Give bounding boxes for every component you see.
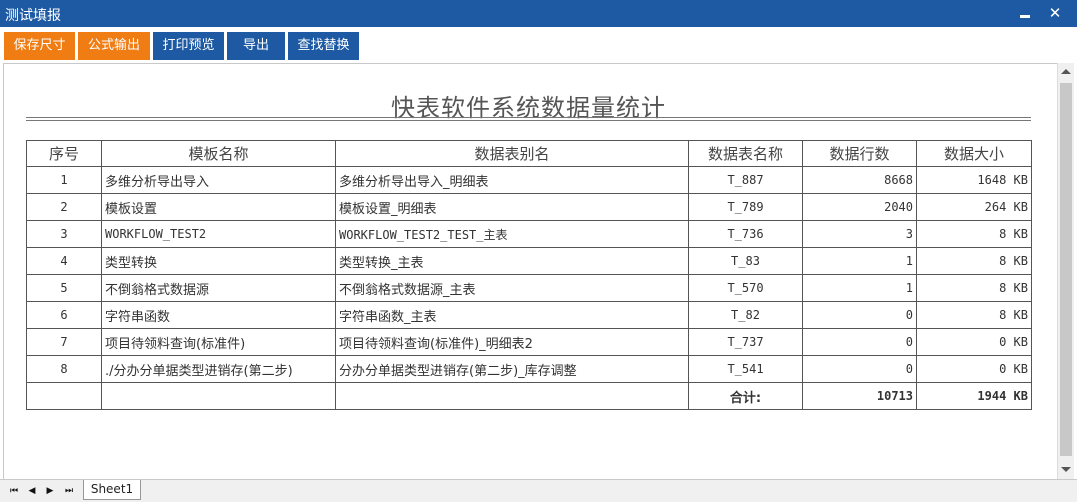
- formula-output-button[interactable]: 公式输出: [78, 32, 150, 60]
- table-row: 6 字符串函数 字符串函数_主表 T_82 0 8 KB: [26, 301, 1032, 329]
- title-bar: 测试填报 ✕: [0, 0, 1077, 27]
- table-row: 5 不倒翁格式数据源 不倒翁格式数据源_主表 T_570 1 8 KB: [26, 274, 1032, 302]
- total-row: 合计: 10713 1944 KB: [26, 382, 1032, 410]
- cell-table-name[interactable]: T_83: [688, 247, 803, 275]
- cell-alias[interactable]: 多维分析导出导入_明细表: [335, 166, 689, 194]
- title-underline: [26, 120, 1031, 121]
- cell-alias[interactable]: 项目待领料查询(标准件)_明细表2: [335, 328, 689, 356]
- scroll-up-icon[interactable]: [1061, 69, 1071, 74]
- column-header-no[interactable]: 序号: [26, 140, 102, 167]
- close-icon: ✕: [1048, 4, 1062, 22]
- cell-no[interactable]: 2: [26, 193, 102, 221]
- cell-row-count[interactable]: 1: [802, 274, 917, 302]
- export-button[interactable]: 导出: [227, 32, 285, 60]
- cell-no[interactable]: 8: [26, 355, 102, 383]
- toolbar: 保存尺寸 公式输出 打印预览 导出 查找替换: [0, 27, 1077, 63]
- sheet-tab-sheet1[interactable]: Sheet1: [83, 480, 141, 500]
- sheet-tab-bar: ⏮ ◀ ▶ ⏭ Sheet1: [0, 479, 1077, 502]
- cell-template[interactable]: 类型转换: [101, 247, 336, 275]
- cell-no[interactable]: 6: [26, 301, 102, 329]
- cell-template[interactable]: WORKFLOW_TEST2: [101, 220, 336, 248]
- cell-alias[interactable]: 不倒翁格式数据源_主表: [335, 274, 689, 302]
- cell-no[interactable]: 4: [26, 247, 102, 275]
- cell-row-count[interactable]: 0: [802, 301, 917, 329]
- cell-no[interactable]: 3: [26, 220, 102, 248]
- prev-sheet-icon[interactable]: ◀: [25, 484, 39, 498]
- cell-table-name[interactable]: T_737: [688, 328, 803, 356]
- cell-template[interactable]: 项目待领料查询(标准件): [101, 328, 336, 356]
- total-label[interactable]: 合计:: [688, 382, 803, 410]
- table-header-row: 序号 模板名称 数据表别名 数据表名称 数据行数 数据大小: [26, 140, 1032, 167]
- column-header-row-count[interactable]: 数据行数: [802, 140, 917, 167]
- cell-row-count[interactable]: 0: [802, 355, 917, 383]
- cell-template[interactable]: 模板设置: [101, 193, 336, 221]
- cell-size[interactable]: 264 KB: [916, 193, 1032, 221]
- cell-row-count[interactable]: 1: [802, 247, 917, 275]
- cell-table-name[interactable]: T_736: [688, 220, 803, 248]
- cell-row-count[interactable]: 0: [802, 328, 917, 356]
- cell-table-name[interactable]: T_887: [688, 166, 803, 194]
- cell-template[interactable]: 字符串函数: [101, 301, 336, 329]
- column-header-table-name[interactable]: 数据表名称: [688, 140, 803, 167]
- find-replace-button[interactable]: 查找替换: [288, 32, 359, 60]
- cell-alias[interactable]: 字符串函数_主表: [335, 301, 689, 329]
- table-row: 8 ./分办分单据类型进销存(第二步) 分办分单据类型进销存(第二步)_库存调整…: [26, 355, 1032, 383]
- cell-size[interactable]: 1648 KB: [916, 166, 1032, 194]
- cell-table-name[interactable]: T_541: [688, 355, 803, 383]
- cell-alias[interactable]: 分办分单据类型进销存(第二步)_库存调整: [335, 355, 689, 383]
- cell-size[interactable]: 8 KB: [916, 301, 1032, 329]
- scroll-thumb[interactable]: [1060, 83, 1072, 456]
- total-row-count[interactable]: 10713: [802, 382, 917, 410]
- minimize-button[interactable]: [1014, 3, 1036, 23]
- cell-empty[interactable]: [335, 382, 689, 410]
- column-header-alias[interactable]: 数据表别名: [335, 140, 689, 167]
- cell-empty[interactable]: [26, 382, 102, 410]
- cell-template[interactable]: ./分办分单据类型进销存(第二步): [101, 355, 336, 383]
- table-row: 2 模板设置 模板设置_明细表 T_789 2040 264 KB: [26, 193, 1032, 221]
- table-row: 3 WORKFLOW_TEST2 WORKFLOW_TEST2_TEST_主表 …: [26, 220, 1032, 248]
- cell-row-count[interactable]: 3: [802, 220, 917, 248]
- cell-table-name[interactable]: T_570: [688, 274, 803, 302]
- cell-row-count[interactable]: 2040: [802, 193, 917, 221]
- table-row: 7 项目待领料查询(标准件) 项目待领料查询(标准件)_明细表2 T_737 0…: [26, 328, 1032, 356]
- cell-template[interactable]: 不倒翁格式数据源: [101, 274, 336, 302]
- cell-size[interactable]: 0 KB: [916, 355, 1032, 383]
- scroll-down-icon[interactable]: [1061, 467, 1071, 472]
- table-row: 1 多维分析导出导入 多维分析导出导入_明细表 T_887 8668 1648 …: [26, 166, 1032, 194]
- column-header-size[interactable]: 数据大小: [916, 140, 1032, 167]
- cell-size[interactable]: 8 KB: [916, 274, 1032, 302]
- next-sheet-icon[interactable]: ▶: [43, 484, 57, 498]
- cell-size[interactable]: 0 KB: [916, 328, 1032, 356]
- cell-row-count[interactable]: 8668: [802, 166, 917, 194]
- cell-table-name[interactable]: T_789: [688, 193, 803, 221]
- cell-no[interactable]: 5: [26, 274, 102, 302]
- cell-alias[interactable]: 模板设置_明细表: [335, 193, 689, 221]
- data-table: 序号 模板名称 数据表别名 数据表名称 数据行数 数据大小 1 多维分析导出导入…: [26, 140, 1032, 410]
- vertical-scrollbar[interactable]: [1057, 63, 1074, 479]
- cell-size[interactable]: 8 KB: [916, 220, 1032, 248]
- print-preview-button[interactable]: 打印预览: [153, 32, 224, 60]
- cell-no[interactable]: 7: [26, 328, 102, 356]
- cell-no[interactable]: 1: [26, 166, 102, 194]
- window-title: 测试填报: [5, 8, 61, 24]
- cell-table-name[interactable]: T_82: [688, 301, 803, 329]
- table-row: 4 类型转换 类型转换_主表 T_83 1 8 KB: [26, 247, 1032, 275]
- total-size[interactable]: 1944 KB: [916, 382, 1032, 410]
- cell-empty[interactable]: [101, 382, 336, 410]
- cell-alias[interactable]: 类型转换_主表: [335, 247, 689, 275]
- title-underline: [26, 117, 1031, 118]
- first-sheet-icon[interactable]: ⏮: [7, 484, 21, 498]
- save-size-button[interactable]: 保存尺寸: [4, 32, 75, 60]
- last-sheet-icon[interactable]: ⏭: [62, 484, 76, 498]
- close-button[interactable]: ✕: [1044, 3, 1066, 23]
- cell-template[interactable]: 多维分析导出导入: [101, 166, 336, 194]
- minimize-icon: [1020, 15, 1030, 18]
- column-header-template[interactable]: 模板名称: [101, 140, 336, 167]
- cell-size[interactable]: 8 KB: [916, 247, 1032, 275]
- cell-alias[interactable]: WORKFLOW_TEST2_TEST_主表: [335, 220, 689, 248]
